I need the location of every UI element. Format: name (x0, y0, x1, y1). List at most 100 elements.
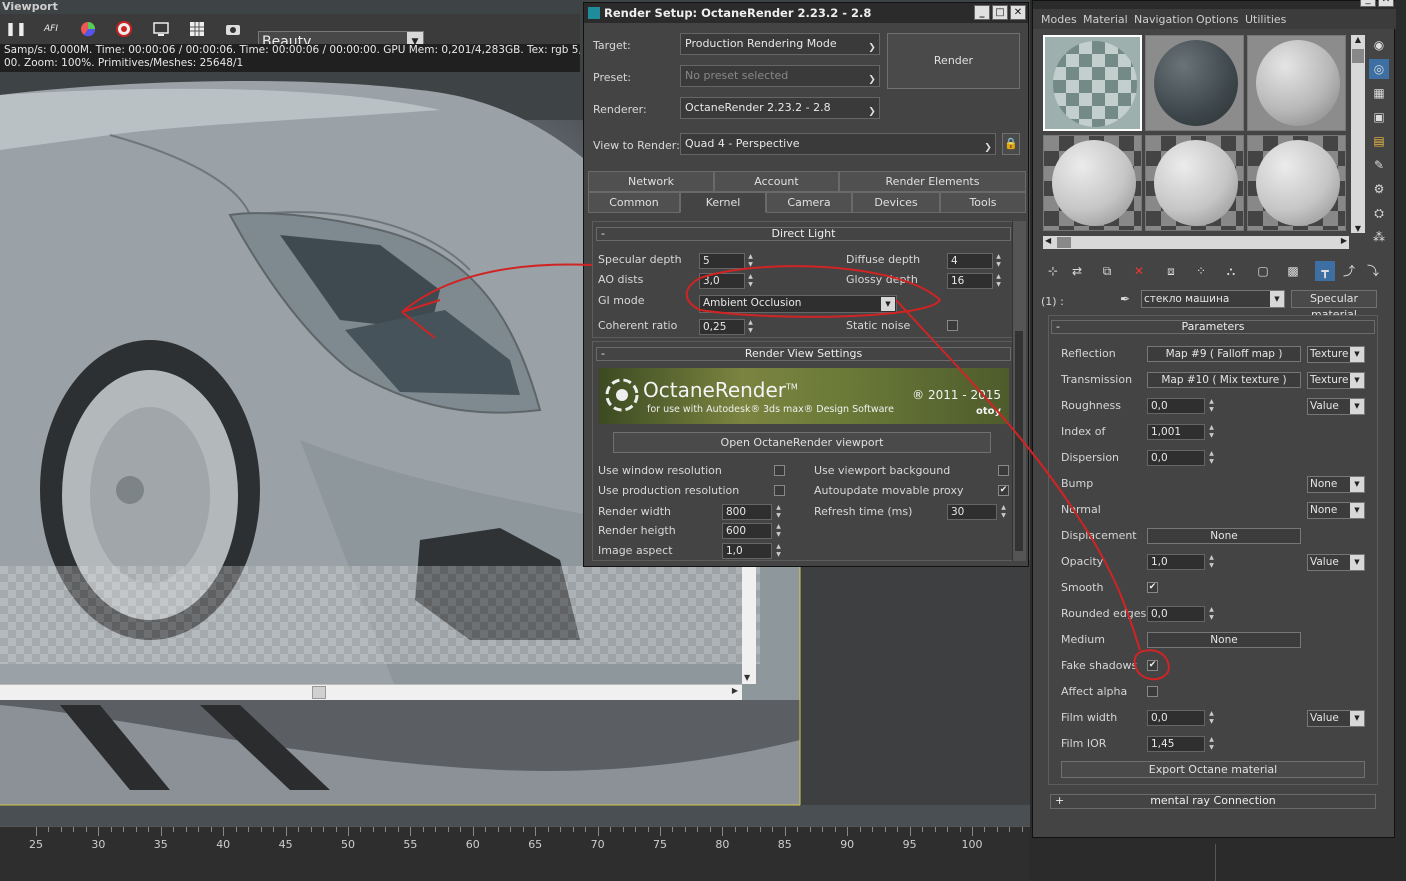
monitor-icon[interactable] (150, 18, 172, 40)
roughness-mode-select[interactable]: Value ▼ (1307, 398, 1365, 415)
lock-icon[interactable]: 🔒 (1002, 133, 1020, 155)
close-button[interactable]: ✕ (1010, 5, 1026, 20)
go-forward-sibling-icon[interactable]: ⤵ (1363, 261, 1383, 281)
spinner-arrows-icon[interactable]: ▲ ▼ (774, 504, 783, 520)
spinner-arrows-icon[interactable]: ▲ ▼ (746, 273, 755, 289)
renderer-select[interactable]: OctaneRender 2.23.2 - 2.8 ❯ (680, 97, 880, 119)
slots-horizontal-scrollbar[interactable]: ◀ ▶ (1043, 236, 1349, 249)
scroll-thumb[interactable] (312, 686, 326, 699)
options-icon[interactable]: ⚙ (1369, 179, 1389, 199)
timeline-ruler[interactable]: 25 30 35 40 45 50 55 60 65 70 75 80 85 90 95 100 (0, 826, 1030, 881)
material-id-icon[interactable]: ▢ (1253, 261, 1273, 281)
use-window-res-checkbox[interactable] (774, 465, 785, 476)
menu-navigation[interactable]: Navigation (1134, 13, 1193, 26)
reflection-mode-select[interactable]: Texture ▼ (1307, 346, 1365, 363)
material-slot-3[interactable] (1247, 35, 1346, 131)
index-of-input[interactable]: 1,001 (1147, 424, 1205, 440)
autoupdate-proxy-checkbox[interactable]: ✔ (998, 485, 1009, 496)
film-width-input[interactable]: 0,0 (1147, 710, 1205, 726)
transmission-map-button[interactable]: Map #10 ( Mix texture ) (1147, 372, 1301, 388)
material-slot-5[interactable] (1145, 135, 1244, 231)
afi-icon[interactable]: AFI (40, 18, 62, 40)
menu-options[interactable]: Options (1196, 13, 1238, 26)
tab-devices[interactable]: Devices (852, 192, 940, 213)
go-to-parent-icon[interactable]: ⤴ (1339, 261, 1359, 281)
spinner-arrows-icon[interactable]: ▲ ▼ (994, 253, 1003, 269)
video-color-check-icon[interactable]: ▤ (1369, 131, 1389, 151)
material-navigator-icon[interactable]: ⁂ (1369, 227, 1389, 247)
make-preview-icon[interactable]: ✎ (1369, 155, 1389, 175)
use-production-res-checkbox[interactable] (774, 485, 785, 496)
get-material-icon[interactable]: ⊹ (1043, 261, 1063, 281)
material-name-field[interactable]: стекло машина ▼ (1141, 290, 1285, 308)
spinner-arrows-icon[interactable]: ▲ ▼ (999, 504, 1008, 520)
render-setup-scrollbar[interactable] (1012, 221, 1026, 561)
spinner-arrows-icon[interactable]: ▲ ▼ (994, 273, 1003, 289)
image-aspect-input[interactable]: 1,0 (722, 543, 772, 559)
select-by-material-icon[interactable]: ⛭ (1369, 203, 1389, 223)
fake-shadows-checkbox[interactable]: ✔ (1147, 660, 1158, 671)
render-button[interactable]: Render (887, 33, 1020, 89)
transmission-mode-select[interactable]: Texture ▼ (1307, 372, 1365, 389)
show-end-result-icon[interactable]: ┳ (1315, 261, 1335, 281)
make-unique-icon[interactable]: ⁘ (1191, 261, 1211, 281)
mental-ray-connection-header[interactable]: + mental ray Connection (1050, 794, 1376, 809)
gi-mode-select[interactable]: Ambient Occlusion ▼ (699, 295, 897, 313)
normal-mode-select[interactable]: None ▼ (1307, 502, 1365, 519)
material-editor-titlebar[interactable]: _ ✕ (1033, 0, 1396, 9)
ao-dist-input[interactable]: 3,0 (699, 273, 745, 289)
minimize-button[interactable]: _ (1360, 0, 1376, 7)
eyedropper-icon[interactable]: ✒ (1115, 289, 1135, 309)
show-map-icon[interactable]: ▩ (1283, 261, 1303, 281)
film-width-mode-select[interactable]: Value ▼ (1307, 710, 1365, 727)
render-setup-titlebar[interactable]: Render Setup: OctaneRender 2.23.2 - 2.8 … (584, 3, 1028, 23)
render-view-settings-header[interactable]: - Render View Settings (596, 347, 1011, 361)
grid-icon[interactable] (186, 18, 208, 40)
minimize-button[interactable]: _ (974, 5, 990, 20)
affect-alpha-checkbox[interactable] (1147, 686, 1158, 697)
spinner-arrows-icon[interactable]: ▲ ▼ (1207, 450, 1216, 466)
preset-select[interactable]: No preset selected ❯ (680, 65, 880, 87)
smooth-checkbox[interactable]: ✔ (1147, 582, 1158, 593)
roughness-input[interactable]: 0,0 (1147, 398, 1205, 414)
reset-map-icon[interactable]: ✕ (1129, 261, 1149, 281)
assign-to-selection-icon[interactable]: ⧉ (1097, 261, 1117, 281)
material-slot-1[interactable] (1043, 35, 1142, 131)
use-viewport-bg-checkbox[interactable] (998, 465, 1009, 476)
material-editor-window[interactable]: _ ✕ Modes Material Navigation Options Ut… (1032, 0, 1396, 838)
target-icon[interactable] (113, 18, 135, 40)
render-setup-window[interactable]: Render Setup: OctaneRender 2.23.2 - 2.8 … (583, 2, 1029, 567)
medium-map-button[interactable]: None (1147, 632, 1301, 648)
opacity-input[interactable]: 1,0 (1147, 554, 1205, 570)
viewport-vertical-scrollbar[interactable]: ▼ (742, 566, 756, 684)
refresh-time-input[interactable]: 30 (947, 504, 997, 520)
dispersion-input[interactable]: 0,0 (1147, 450, 1205, 466)
sample-type-icon[interactable]: ◉ (1369, 35, 1389, 55)
tab-camera[interactable]: Camera (766, 192, 852, 213)
tab-account[interactable]: Account (714, 171, 839, 192)
spinner-arrows-icon[interactable]: ▲ ▼ (774, 543, 783, 559)
sample-uv-icon[interactable]: ▣ (1369, 107, 1389, 127)
maximize-button[interactable]: □ (992, 5, 1008, 20)
glossy-depth-input[interactable]: 16 (947, 273, 993, 289)
film-ior-input[interactable]: 1,45 (1147, 736, 1205, 752)
close-button[interactable]: ✕ (1378, 0, 1394, 7)
material-slot-2[interactable] (1145, 35, 1244, 131)
background-icon[interactable]: ▦ (1369, 83, 1389, 103)
opacity-mode-select[interactable]: Value ▼ (1307, 554, 1365, 571)
static-noise-checkbox[interactable] (947, 320, 958, 331)
render-width-input[interactable]: 800 (722, 504, 772, 520)
spinner-arrows-icon[interactable]: ▲ ▼ (1207, 606, 1216, 622)
spinner-arrows-icon[interactable]: ▲ ▼ (774, 523, 783, 539)
coherent-ratio-input[interactable]: 0,25 (699, 319, 745, 335)
put-to-scene-icon[interactable]: ⇄ (1067, 261, 1087, 281)
specular-depth-input[interactable]: 5 (699, 253, 745, 269)
spinner-arrows-icon[interactable]: ▲ ▼ (1207, 554, 1216, 570)
spinner-arrows-icon[interactable]: ▲ ▼ (1207, 398, 1216, 414)
bump-mode-select[interactable]: None ▼ (1307, 476, 1365, 493)
tab-common[interactable]: Common (588, 192, 680, 213)
material-slot-4[interactable] (1043, 135, 1142, 231)
color-wheel-icon[interactable] (77, 18, 99, 40)
backlight-icon[interactable]: ◎ (1369, 59, 1389, 79)
tab-network[interactable]: Network (588, 171, 714, 192)
